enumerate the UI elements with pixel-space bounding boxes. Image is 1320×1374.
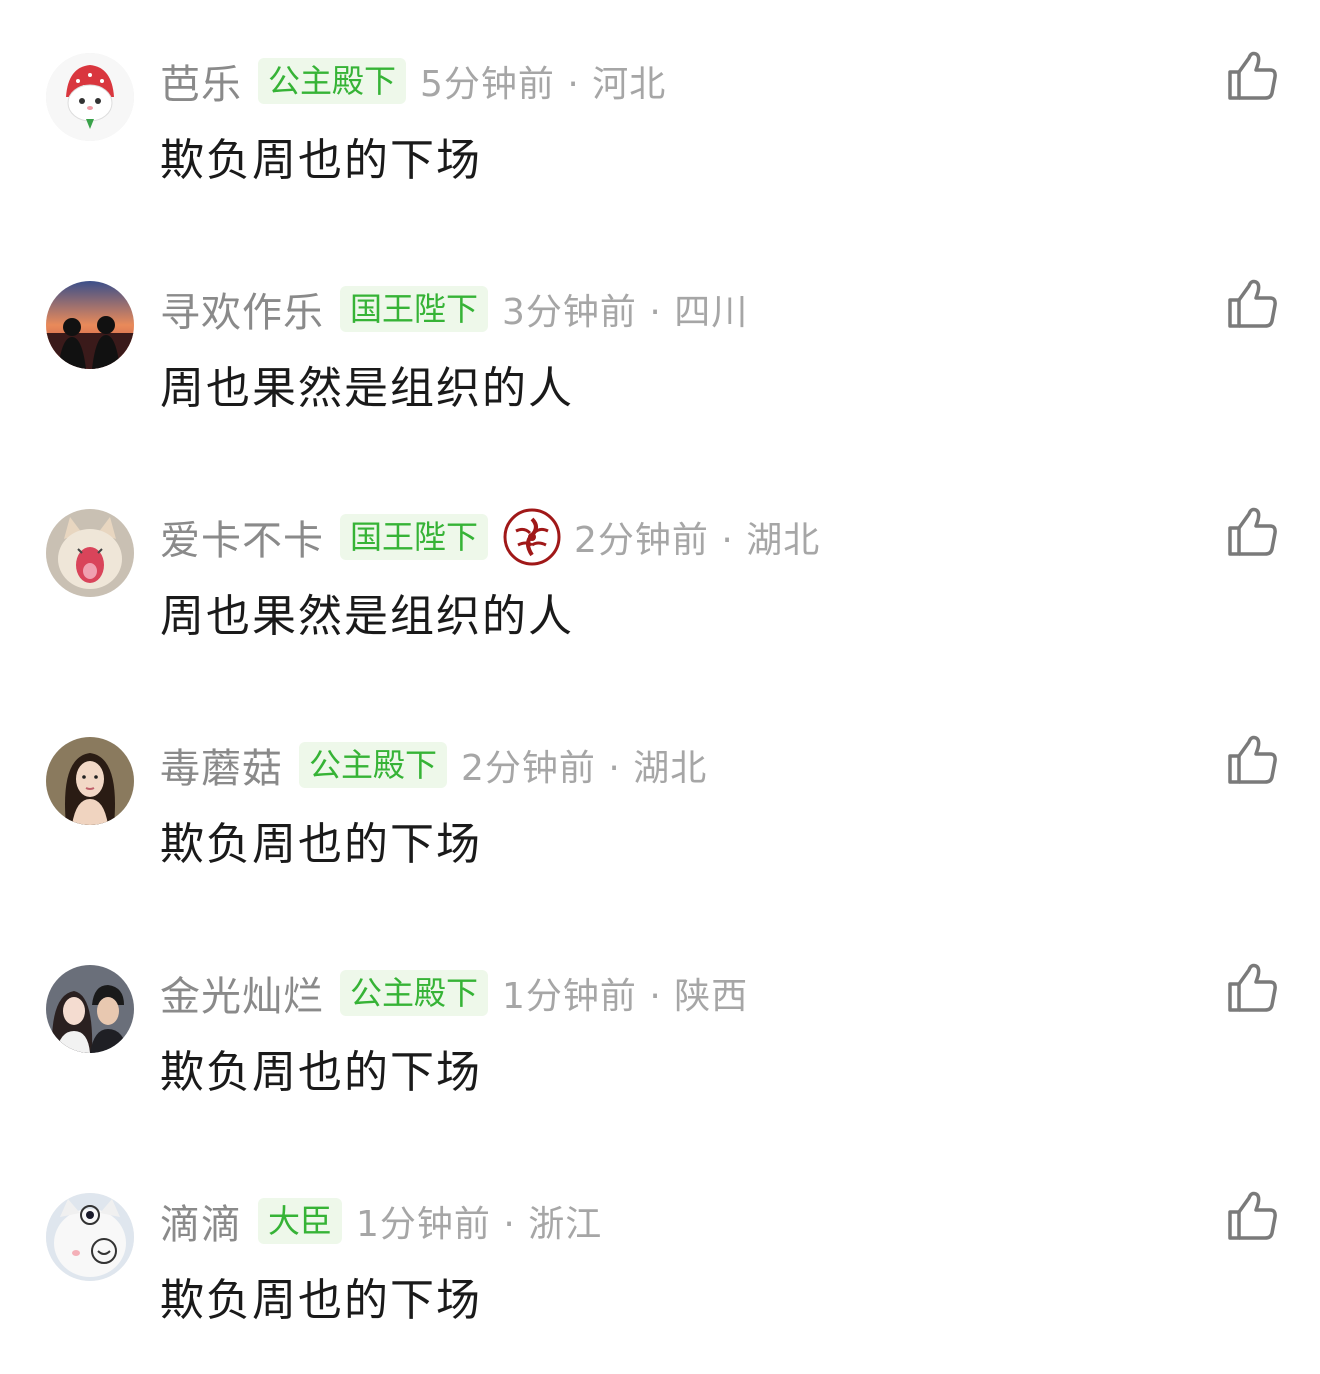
time-location: 2分钟前 · 湖北 <box>461 748 708 789</box>
red-dragon-emblem-icon <box>502 507 562 567</box>
user-avatar[interactable] <box>46 281 134 369</box>
user-avatar[interactable] <box>46 1193 134 1281</box>
comment-meta: 金光灿烂 公主殿下 1分钟前 · 陕西 <box>160 964 749 1022</box>
thumbs-up-icon <box>1228 51 1277 100</box>
thumbs-up-icon <box>1228 735 1277 784</box>
user-rank-badge: 公主殿下 <box>299 742 448 788</box>
comment-text[interactable]: 欺负周也的下场 <box>160 124 482 188</box>
user-avatar[interactable] <box>46 509 134 597</box>
like-button[interactable] <box>1224 1188 1280 1244</box>
sunset-couple-avatar-icon <box>46 281 134 369</box>
time-location: 3分钟前 · 四川 <box>502 292 749 333</box>
thumbs-up-icon <box>1228 1191 1277 1240</box>
thumbs-up-icon <box>1228 963 1277 1012</box>
like-button[interactable] <box>1224 732 1280 788</box>
comment-meta: 毒蘑菇 公主殿下 2分钟前 · 湖北 <box>160 736 708 794</box>
comment-item: 爱卡不卡 国王陛下 2分钟前 · 湖北 周也果然是组织的人 <box>0 456 1320 684</box>
thumbs-up-icon <box>1228 279 1277 328</box>
yawning-cat-avatar-icon <box>46 509 134 597</box>
like-button[interactable] <box>1224 48 1280 104</box>
comment-item: 寻欢作乐 国王陛下 3分钟前 · 四川 周也果然是组织的人 <box>0 228 1320 456</box>
comment-text[interactable]: 欺负周也的下场 <box>160 1264 482 1328</box>
user-rank-badge: 国王陛下 <box>340 286 489 332</box>
username[interactable]: 爱卡不卡 <box>160 508 324 566</box>
time-location: 5分钟前 · 河北 <box>420 64 667 105</box>
comment-item: 芭乐 公主殿下 5分钟前 · 河北 欺负周也的下场 <box>0 0 1320 228</box>
like-button[interactable] <box>1224 504 1280 560</box>
user-rank-badge: 公主殿下 <box>258 58 407 104</box>
time-location: 2分钟前 · 湖北 <box>574 520 821 561</box>
thumbs-up-icon <box>1228 507 1277 556</box>
time-location: 1分钟前 · 浙江 <box>356 1204 603 1245</box>
user-avatar[interactable] <box>46 53 134 141</box>
comment-item: 金光灿烂 公主殿下 1分钟前 · 陕西 欺负周也的下场 <box>0 912 1320 1140</box>
user-rank-badge: 大臣 <box>258 1198 343 1244</box>
username[interactable]: 芭乐 <box>160 52 242 110</box>
username[interactable]: 金光灿烂 <box>160 964 324 1022</box>
comment-text[interactable]: 欺负周也的下场 <box>160 1036 482 1100</box>
user-avatar[interactable] <box>46 965 134 1053</box>
username[interactable]: 寻欢作乐 <box>160 280 324 338</box>
comment-meta: 爱卡不卡 国王陛下 2分钟前 · 湖北 <box>160 508 821 566</box>
comment-meta: 芭乐 公主殿下 5分钟前 · 河北 <box>160 52 667 110</box>
user-rank-badge: 国王陛下 <box>340 514 489 560</box>
white-cat-glasses-avatar-icon <box>46 1193 134 1281</box>
like-button[interactable] <box>1224 276 1280 332</box>
comment-meta: 滴滴 大臣 1分钟前 · 浙江 <box>160 1192 603 1250</box>
username[interactable]: 滴滴 <box>160 1192 242 1250</box>
comment-item: 毒蘑菇 公主殿下 2分钟前 · 湖北 欺负周也的下场 <box>0 684 1320 912</box>
like-button[interactable] <box>1224 960 1280 1016</box>
comment-item: 滴滴 大臣 1分钟前 · 浙江 欺负周也的下场 <box>0 1140 1320 1368</box>
comment-text[interactable]: 周也果然是组织的人 <box>160 580 574 644</box>
comment-list: 芭乐 公主殿下 5分钟前 · 河北 欺负周也的下场 寻欢作乐 国王陛下 3分钟前… <box>0 0 1320 1374</box>
comment-meta: 寻欢作乐 国王陛下 3分钟前 · 四川 <box>160 280 749 338</box>
comment-text[interactable]: 周也果然是组织的人 <box>160 352 574 416</box>
user-avatar[interactable] <box>46 737 134 825</box>
time-location: 1分钟前 · 陕西 <box>502 976 749 1017</box>
woman-portrait-avatar-icon <box>46 737 134 825</box>
comment-text[interactable]: 欺负周也的下场 <box>160 808 482 872</box>
couple-photo-avatar-icon <box>46 965 134 1053</box>
user-rank-badge: 公主殿下 <box>340 970 489 1016</box>
username[interactable]: 毒蘑菇 <box>160 736 283 794</box>
strawberry-cat-avatar-icon <box>46 53 134 141</box>
